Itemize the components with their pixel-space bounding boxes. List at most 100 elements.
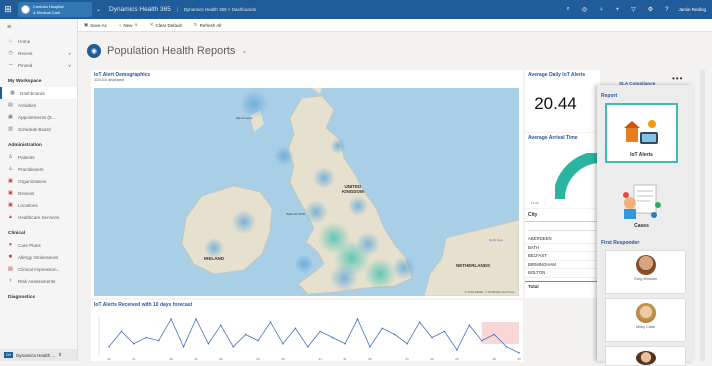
data-point[interactable] — [170, 318, 172, 320]
table-row[interactable]: BIRMINGHAM — [525, 261, 600, 269]
sidebar-item-practitioners[interactable]: ♙ Practitioners — [0, 163, 77, 175]
data-point[interactable] — [431, 336, 433, 339]
data-point[interactable] — [244, 333, 247, 336]
new-button[interactable]: + New ∨ — [119, 22, 138, 28]
table-row[interactable]: BELFAST — [525, 252, 600, 261]
data-point[interactable] — [282, 342, 284, 345]
sidebar-item-patients[interactable]: ♙ Patients — [0, 151, 77, 163]
save-icon: ▣ — [84, 22, 89, 27]
cases-icon — [622, 184, 661, 219]
data-point[interactable] — [207, 342, 210, 345]
table-row[interactable]: BATH — [525, 244, 600, 252]
organization-icon: ▣ — [8, 178, 13, 184]
gear-icon[interactable]: ⚙ — [648, 6, 653, 13]
data-point[interactable] — [369, 345, 371, 348]
city-table: City ABERDEEN BATH BELFAST BIRMINGHAM BO… — [525, 209, 600, 298]
data-point[interactable] — [356, 318, 359, 320]
chevron-down-icon[interactable]: ⌄ — [241, 47, 247, 55]
data-point[interactable] — [480, 339, 483, 342]
first-responder-heading: First Responder — [601, 240, 640, 246]
sidebar-item-organizations[interactable]: ▣ Organizations — [0, 175, 77, 187]
sidebar-item-pinned[interactable]: ⊸ Pinned ∨ — [0, 59, 77, 71]
plus-icon[interactable]: + — [616, 7, 620, 13]
data-point[interactable] — [443, 330, 446, 333]
data-point[interactable] — [381, 327, 384, 330]
map-visual[interactable]: Isle of Lewis UNITED KINGDOM ISLE OF MAN… — [94, 88, 519, 296]
panel-title: IoT Alerts Received with 10 days forecas… — [94, 302, 193, 308]
data-point[interactable] — [518, 352, 520, 354]
page-title[interactable]: Population Health Reports — [107, 45, 235, 57]
data-point[interactable] — [319, 330, 322, 333]
sidebar-item-healthcare-services[interactable]: ▲ Healthcare Services — [0, 211, 77, 223]
data-point[interactable] — [195, 318, 197, 320]
sidebar-item-home[interactable]: ⌂ Home — [0, 35, 77, 47]
sidebar-item-appointments[interactable]: ▣ Appointments (E... — [0, 111, 77, 123]
sidebar-item-clinical-impressions[interactable]: ▤ Clinical Impression... — [0, 263, 77, 275]
city-column-header[interactable]: City — [525, 209, 600, 222]
data-point[interactable] — [456, 349, 458, 351]
sidebar-item-schedule-board[interactable]: ▥ Schedule Board — [0, 123, 77, 135]
lightbulb-icon[interactable]: ♀ — [599, 7, 604, 13]
data-point[interactable] — [468, 324, 471, 327]
data-point[interactable] — [108, 345, 110, 348]
sidebar-item-care-plans[interactable]: ♥ Care Plans — [0, 239, 77, 251]
data-point[interactable] — [220, 324, 222, 327]
sidebar-item-devices[interactable]: ▣ Devices — [0, 187, 77, 199]
data-point[interactable] — [393, 333, 396, 336]
data-point[interactable] — [145, 336, 148, 339]
report-card-cases[interactable]: Cases — [605, 170, 678, 232]
data-label: 20 — [368, 357, 372, 361]
forecast-line-chart[interactable]: 22 21 20 21 20 20 20 21 21 20 21 20 20 20 20 — [91, 310, 523, 361]
app-launcher-icon[interactable]: ⊞ — [0, 0, 16, 19]
table-row[interactable]: ABERDEEN — [525, 235, 600, 244]
chevron-down-icon[interactable]: ⌄ — [96, 6, 101, 13]
data-point[interactable] — [294, 327, 297, 330]
more-options-icon[interactable]: ••• — [672, 74, 683, 83]
city-search-field[interactable] — [528, 223, 597, 231]
sidebar-item-activities[interactable]: ▤ Activities — [0, 99, 77, 111]
app-title[interactable]: Dynamics Health 365 — [109, 6, 171, 13]
sidebar-item-dashboards[interactable]: ▦ Dashboards — [0, 87, 77, 99]
data-point[interactable] — [182, 345, 185, 348]
iot-alert-demographics-panel: IoT Alert Demographics 110/110 displayed — [91, 70, 523, 298]
data-point[interactable] — [493, 333, 495, 336]
report-card-iot-alerts[interactable]: IoT Alerts — [605, 103, 678, 163]
refresh-all-button[interactable]: ↻ Refresh All — [194, 22, 222, 28]
org-name-line1: Contoso Hospital — [33, 3, 64, 9]
org-logo[interactable]: Contoso Hospital & Medical Care — [18, 2, 92, 17]
save-as-button[interactable]: ▣ Save As — [84, 22, 107, 28]
data-point[interactable] — [418, 321, 421, 323]
help-icon[interactable]: ? — [665, 7, 668, 13]
sidebar-item-allergy-intolerances[interactable]: ✱ Allergy Intolerances — [0, 251, 77, 263]
sidebar-item-label: Locations — [18, 202, 38, 208]
data-point[interactable] — [133, 342, 135, 345]
data-point[interactable] — [232, 345, 235, 348]
responder-card[interactable]: Greg Winston — [605, 250, 686, 294]
data-point[interactable] — [344, 342, 346, 345]
sidebar-item-risk-assessments[interactable]: ⚕ Risk Assessments — [0, 275, 77, 287]
page-scrollbar[interactable] — [700, 70, 705, 361]
area-switcher[interactable]: DH Dynamics Health ... ⇕ — [0, 349, 77, 361]
filter-icon[interactable]: ▽ — [631, 6, 636, 13]
responder-card[interactable] — [605, 346, 686, 366]
task-icon[interactable]: ◎ — [582, 6, 587, 13]
sidebar-item-locations[interactable]: ▣ Locations — [0, 199, 77, 211]
table-row[interactable]: BOLTON — [525, 269, 600, 278]
data-point[interactable] — [269, 321, 272, 323]
sidebar-item-recent[interactable]: ◷ Recent ∨ — [0, 47, 77, 59]
data-point[interactable] — [257, 339, 259, 342]
sidebar-heading-clinical: Clinical — [8, 231, 26, 236]
responder-card[interactable]: Molly Clark — [605, 298, 686, 342]
data-point[interactable] — [157, 339, 160, 342]
user-name[interactable]: Jamie Reding — [678, 7, 706, 12]
hamburger-icon[interactable]: ≡ — [0, 19, 77, 35]
data-point[interactable] — [306, 345, 309, 348]
data-point[interactable] — [120, 330, 123, 333]
breadcrumb[interactable]: Dynamics Health 365 > Dashboards — [176, 7, 256, 12]
data-point[interactable] — [505, 345, 508, 348]
data-point[interactable] — [406, 342, 408, 345]
clear-default-button[interactable]: ✕ Clear Default — [150, 22, 182, 28]
map-label-uk: UNITED KINGDOM — [342, 184, 364, 194]
data-point[interactable] — [331, 336, 334, 339]
search-icon[interactable]: ⌕ — [566, 6, 569, 13]
